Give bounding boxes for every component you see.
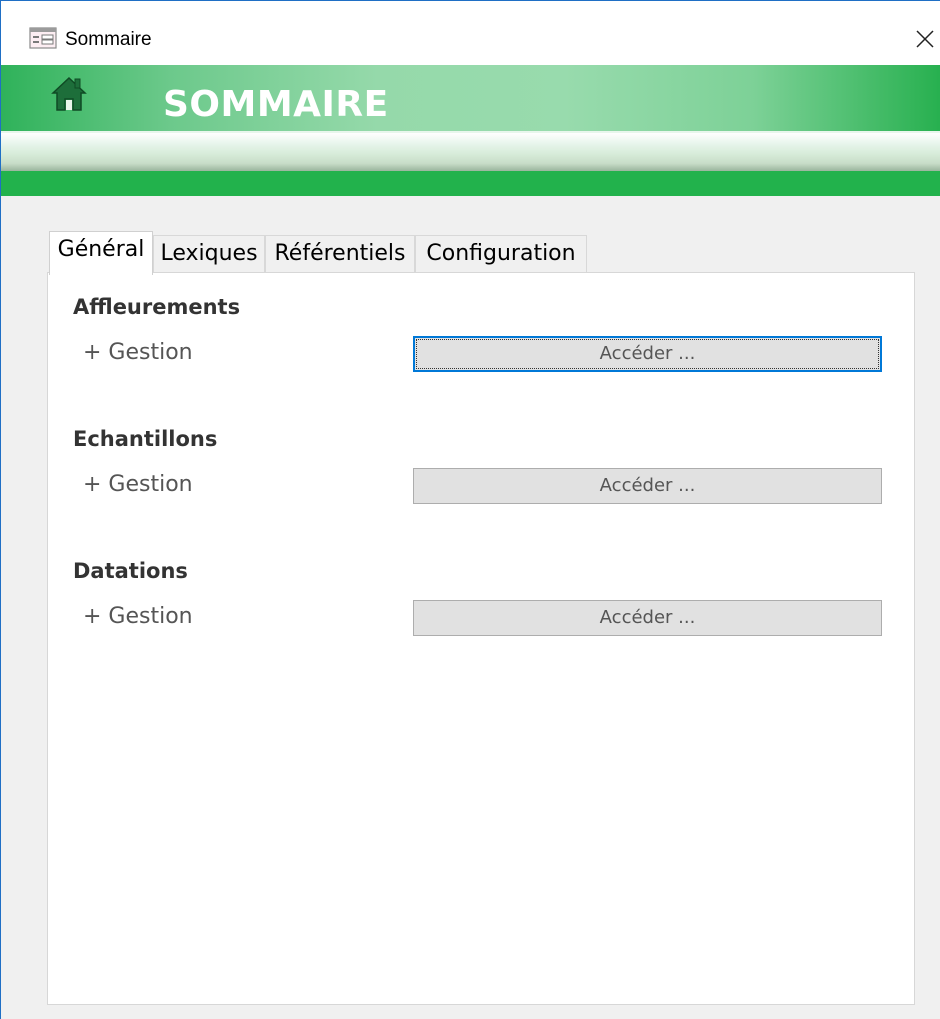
close-button[interactable]	[911, 19, 940, 59]
affleurements-access-button[interactable]: Accéder ...	[413, 336, 882, 372]
row-label-gestion: + Gestion	[83, 604, 193, 629]
tab-panel-general: Affleurements + Gestion Accéder ... Echa…	[47, 272, 915, 1005]
title-bar: Sommaire	[1, 1, 940, 65]
tab-lexiques[interactable]: Lexiques	[153, 235, 265, 273]
section-heading-affleurements: Affleurements	[73, 295, 241, 319]
window-title: Sommaire	[65, 29, 152, 50]
home-icon	[51, 75, 87, 113]
banner-subband	[1, 131, 940, 171]
echantillons-access-button[interactable]: Accéder ...	[413, 468, 882, 504]
section-heading-echantillons: Echantillons	[73, 427, 218, 451]
header-banner: SOMMAIRE	[1, 65, 940, 131]
row-label-gestion: + Gestion	[83, 472, 193, 497]
close-icon	[916, 30, 934, 48]
sommaire-window: Sommaire SOMMAIRE Général Lexiques Référ…	[0, 0, 940, 1019]
tab-referentiels[interactable]: Référentiels	[265, 235, 415, 273]
banner-title: SOMMAIRE	[163, 84, 389, 125]
banner-green-bar	[1, 171, 940, 196]
row-label-gestion: + Gestion	[83, 340, 193, 365]
form-icon	[29, 27, 57, 49]
tab-general[interactable]: Général	[49, 231, 153, 275]
section-heading-datations: Datations	[73, 559, 188, 583]
tab-configuration[interactable]: Configuration	[415, 235, 587, 273]
datations-access-button[interactable]: Accéder ...	[413, 600, 882, 636]
